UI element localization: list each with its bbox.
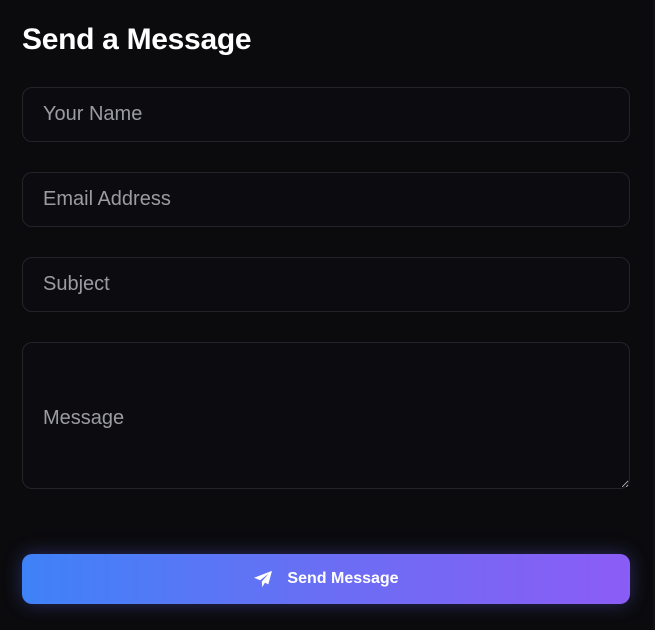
contact-form-panel: Send a Message Send Message (0, 0, 655, 630)
message-textarea[interactable] (22, 342, 630, 489)
form-title: Send a Message (22, 23, 252, 56)
email-input[interactable] (22, 172, 630, 227)
name-input[interactable] (22, 87, 630, 142)
paper-plane-icon (253, 570, 273, 588)
send-message-button[interactable]: Send Message (22, 554, 630, 604)
subject-input[interactable] (22, 257, 630, 312)
send-message-label: Send Message (287, 570, 399, 587)
